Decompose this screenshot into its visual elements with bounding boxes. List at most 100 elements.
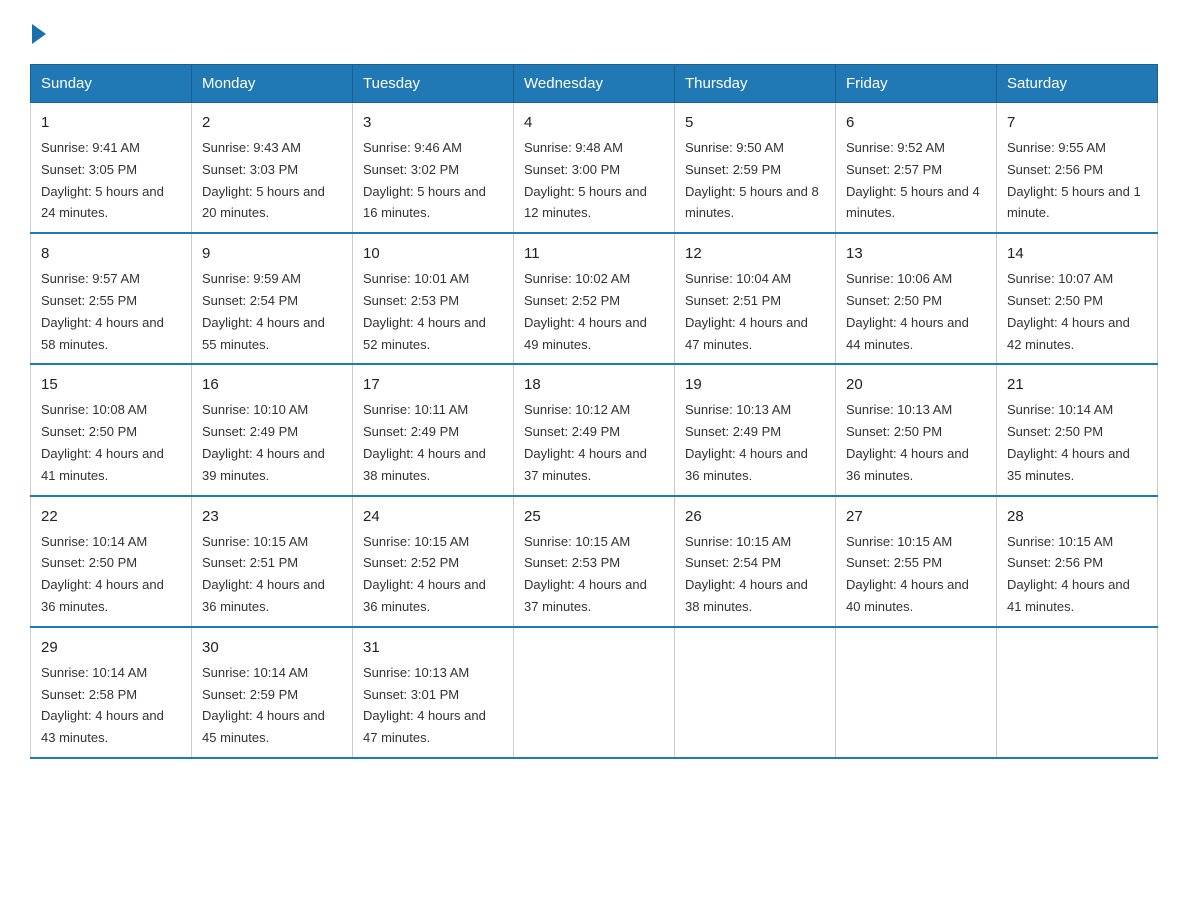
day-number: 11 xyxy=(524,242,664,266)
day-number: 22 xyxy=(41,505,181,529)
day-number: 1 xyxy=(41,111,181,135)
day-info: Sunrise: 9:55 AMSunset: 2:56 PMDaylight:… xyxy=(1007,140,1141,220)
calendar-cell: 4 Sunrise: 9:48 AMSunset: 3:00 PMDaylight… xyxy=(514,103,675,234)
header-monday: Monday xyxy=(192,65,353,103)
day-number: 9 xyxy=(202,242,342,266)
week-row-4: 22Sunrise: 10:14 AMSunset: 2:50 PMDaylig… xyxy=(31,496,1158,627)
calendar-cell: 25 Sunrise: 10:15 AMSunset: 2:53 PMDaylig… xyxy=(514,496,675,627)
logo-arrow-icon xyxy=(32,24,46,44)
calendar-cell: 22Sunrise: 10:14 AMSunset: 2:50 PMDaylig… xyxy=(31,496,192,627)
day-number: 18 xyxy=(524,373,664,397)
header-sunday: Sunday xyxy=(31,65,192,103)
day-number: 15 xyxy=(41,373,181,397)
calendar-cell xyxy=(514,627,675,758)
header-wednesday: Wednesday xyxy=(514,65,675,103)
calendar-cell: 6 Sunrise: 9:52 AMSunset: 2:57 PMDaylight… xyxy=(836,103,997,234)
day-number: 31 xyxy=(363,636,503,660)
calendar-cell: 5 Sunrise: 9:50 AMSunset: 2:59 PMDaylight… xyxy=(675,103,836,234)
day-number: 17 xyxy=(363,373,503,397)
calendar-cell xyxy=(836,627,997,758)
day-info: Sunrise: 10:12 AMSunset: 2:49 PMDaylight… xyxy=(524,402,647,482)
day-info: Sunrise: 10:13 AMSunset: 2:49 PMDaylight… xyxy=(685,402,808,482)
day-info: Sunrise: 9:52 AMSunset: 2:57 PMDaylight:… xyxy=(846,140,980,220)
day-number: 29 xyxy=(41,636,181,660)
calendar-cell: 11 Sunrise: 10:02 AMSunset: 2:52 PMDaylig… xyxy=(514,233,675,364)
day-info: Sunrise: 10:02 AMSunset: 2:52 PMDaylight… xyxy=(524,271,647,351)
day-number: 4 xyxy=(524,111,664,135)
calendar-cell: 2 Sunrise: 9:43 AMSunset: 3:03 PMDaylight… xyxy=(192,103,353,234)
day-number: 30 xyxy=(202,636,342,660)
day-number: 8 xyxy=(41,242,181,266)
header-row: SundayMondayTuesdayWednesdayThursdayFrid… xyxy=(31,65,1158,103)
calendar-cell: 3 Sunrise: 9:46 AMSunset: 3:02 PMDaylight… xyxy=(353,103,514,234)
calendar-cell: 21 Sunrise: 10:14 AMSunset: 2:50 PMDaylig… xyxy=(997,364,1158,495)
day-info: Sunrise: 10:15 AMSunset: 2:54 PMDaylight… xyxy=(685,534,808,614)
day-info: Sunrise: 9:57 AMSunset: 2:55 PMDaylight:… xyxy=(41,271,164,351)
day-info: Sunrise: 10:15 AMSunset: 2:53 PMDaylight… xyxy=(524,534,647,614)
day-number: 12 xyxy=(685,242,825,266)
day-number: 3 xyxy=(363,111,503,135)
calendar-cell: 16 Sunrise: 10:10 AMSunset: 2:49 PMDaylig… xyxy=(192,364,353,495)
calendar-cell: 1 Sunrise: 9:41 AMSunset: 3:05 PMDaylight… xyxy=(31,103,192,234)
day-number: 16 xyxy=(202,373,342,397)
day-info: Sunrise: 10:07 AMSunset: 2:50 PMDaylight… xyxy=(1007,271,1130,351)
header-thursday: Thursday xyxy=(675,65,836,103)
day-info: Sunrise: 9:48 AMSunset: 3:00 PMDaylight:… xyxy=(524,140,647,220)
calendar-header: SundayMondayTuesdayWednesdayThursdayFrid… xyxy=(31,65,1158,103)
day-number: 2 xyxy=(202,111,342,135)
day-number: 20 xyxy=(846,373,986,397)
day-info: Sunrise: 9:59 AMSunset: 2:54 PMDaylight:… xyxy=(202,271,325,351)
calendar-cell: 24 Sunrise: 10:15 AMSunset: 2:52 PMDaylig… xyxy=(353,496,514,627)
day-info: Sunrise: 10:13 AMSunset: 3:01 PMDaylight… xyxy=(363,665,486,745)
calendar-cell xyxy=(997,627,1158,758)
day-number: 25 xyxy=(524,505,664,529)
day-number: 6 xyxy=(846,111,986,135)
page-header xyxy=(30,20,1158,44)
calendar-cell: 23 Sunrise: 10:15 AMSunset: 2:51 PMDaylig… xyxy=(192,496,353,627)
day-info: Sunrise: 10:15 AMSunset: 2:55 PMDaylight… xyxy=(846,534,969,614)
calendar-body: 1 Sunrise: 9:41 AMSunset: 3:05 PMDaylight… xyxy=(31,103,1158,758)
day-info: Sunrise: 10:14 AMSunset: 2:59 PMDaylight… xyxy=(202,665,325,745)
day-info: Sunrise: 9:43 AMSunset: 3:03 PMDaylight:… xyxy=(202,140,325,220)
calendar-cell: 7Sunrise: 9:55 AMSunset: 2:56 PMDaylight… xyxy=(997,103,1158,234)
calendar-cell: 14 Sunrise: 10:07 AMSunset: 2:50 PMDaylig… xyxy=(997,233,1158,364)
day-info: Sunrise: 10:14 AMSunset: 2:58 PMDaylight… xyxy=(41,665,164,745)
calendar-cell: 28Sunrise: 10:15 AMSunset: 2:56 PMDaylig… xyxy=(997,496,1158,627)
day-info: Sunrise: 10:10 AMSunset: 2:49 PMDaylight… xyxy=(202,402,325,482)
day-info: Sunrise: 10:15 AMSunset: 2:51 PMDaylight… xyxy=(202,534,325,614)
week-row-5: 29 Sunrise: 10:14 AMSunset: 2:58 PMDaylig… xyxy=(31,627,1158,758)
day-info: Sunrise: 10:14 AMSunset: 2:50 PMDaylight… xyxy=(1007,402,1130,482)
calendar-cell: 31 Sunrise: 10:13 AMSunset: 3:01 PMDaylig… xyxy=(353,627,514,758)
calendar-table: SundayMondayTuesdayWednesdayThursdayFrid… xyxy=(30,64,1158,759)
week-row-1: 1 Sunrise: 9:41 AMSunset: 3:05 PMDaylight… xyxy=(31,103,1158,234)
day-info: Sunrise: 10:11 AMSunset: 2:49 PMDaylight… xyxy=(363,402,486,482)
calendar-cell: 10Sunrise: 10:01 AMSunset: 2:53 PMDaylig… xyxy=(353,233,514,364)
day-number: 13 xyxy=(846,242,986,266)
header-saturday: Saturday xyxy=(997,65,1158,103)
header-friday: Friday xyxy=(836,65,997,103)
day-number: 5 xyxy=(685,111,825,135)
day-number: 23 xyxy=(202,505,342,529)
day-number: 10 xyxy=(363,242,503,266)
day-number: 19 xyxy=(685,373,825,397)
day-info: Sunrise: 9:41 AMSunset: 3:05 PMDaylight:… xyxy=(41,140,164,220)
header-tuesday: Tuesday xyxy=(353,65,514,103)
day-info: Sunrise: 9:50 AMSunset: 2:59 PMDaylight:… xyxy=(685,140,819,220)
calendar-cell: 27Sunrise: 10:15 AMSunset: 2:55 PMDaylig… xyxy=(836,496,997,627)
calendar-cell: 8 Sunrise: 9:57 AMSunset: 2:55 PMDaylight… xyxy=(31,233,192,364)
day-info: Sunrise: 10:15 AMSunset: 2:52 PMDaylight… xyxy=(363,534,486,614)
day-number: 21 xyxy=(1007,373,1147,397)
calendar-cell: 20Sunrise: 10:13 AMSunset: 2:50 PMDaylig… xyxy=(836,364,997,495)
day-info: Sunrise: 10:06 AMSunset: 2:50 PMDaylight… xyxy=(846,271,969,351)
day-number: 14 xyxy=(1007,242,1147,266)
week-row-3: 15Sunrise: 10:08 AMSunset: 2:50 PMDaylig… xyxy=(31,364,1158,495)
calendar-cell: 17 Sunrise: 10:11 AMSunset: 2:49 PMDaylig… xyxy=(353,364,514,495)
calendar-cell xyxy=(675,627,836,758)
day-number: 24 xyxy=(363,505,503,529)
day-info: Sunrise: 9:46 AMSunset: 3:02 PMDaylight:… xyxy=(363,140,486,220)
calendar-cell: 29 Sunrise: 10:14 AMSunset: 2:58 PMDaylig… xyxy=(31,627,192,758)
logo xyxy=(30,20,46,44)
calendar-cell: 26Sunrise: 10:15 AMSunset: 2:54 PMDaylig… xyxy=(675,496,836,627)
calendar-cell: 12Sunrise: 10:04 AMSunset: 2:51 PMDaylig… xyxy=(675,233,836,364)
calendar-cell: 30 Sunrise: 10:14 AMSunset: 2:59 PMDaylig… xyxy=(192,627,353,758)
